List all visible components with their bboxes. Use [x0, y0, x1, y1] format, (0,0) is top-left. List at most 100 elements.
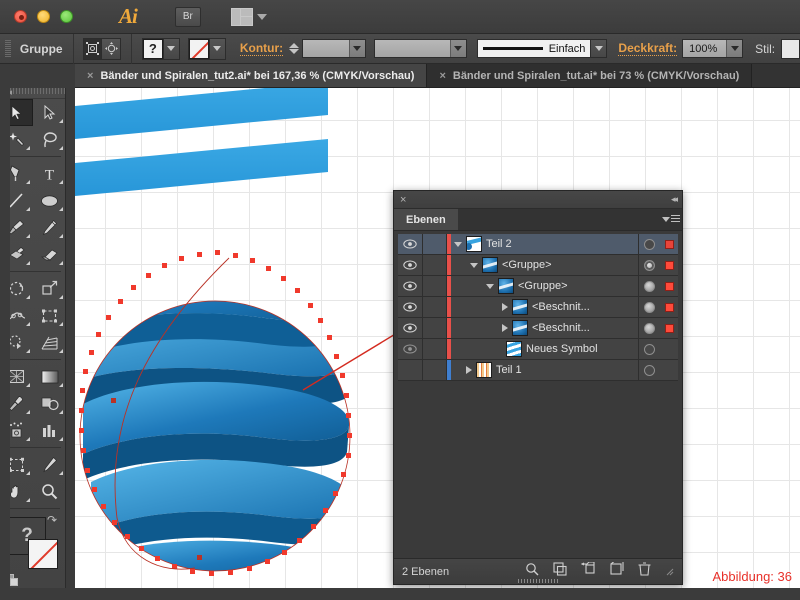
layer-content[interactable]: <Beschnit...	[451, 297, 638, 317]
zoom-button[interactable]	[60, 10, 73, 23]
lock-toggle[interactable]	[423, 339, 447, 359]
layer-row-teil-2[interactable]: Teil 2	[398, 234, 678, 255]
stroke-style-dropdown[interactable]	[591, 39, 608, 58]
disclosure-triangle-icon[interactable]	[466, 366, 472, 374]
isolate-selected-object-button[interactable]	[102, 37, 121, 60]
toolbox-stroke-swatch[interactable]	[28, 539, 58, 569]
layer-row-teil-1[interactable]: Teil 1	[398, 360, 678, 381]
graphic-style-swatch[interactable]	[781, 38, 800, 59]
layer-content[interactable]: <Gruppe>	[451, 276, 638, 296]
lock-toggle[interactable]	[423, 360, 447, 380]
target-indicator[interactable]	[638, 297, 660, 317]
layer-row-beschnitt-1[interactable]: <Beschnit...	[398, 297, 678, 318]
lock-toggle[interactable]	[423, 297, 447, 317]
layer-row-neues-symbol[interactable]: Neues Symbol	[398, 339, 678, 360]
opacity-label[interactable]: Deckkraft:	[618, 41, 678, 56]
target-indicator[interactable]	[638, 276, 660, 296]
slice-tool[interactable]	[33, 451, 66, 478]
layer-content[interactable]: Neues Symbol	[451, 339, 638, 359]
disclosure-triangle-icon[interactable]	[486, 283, 494, 289]
stroke-profile-combo[interactable]	[373, 39, 467, 58]
document-tab-0[interactable]: × Bänder und Spiralen_tut2.ai* bei 167,3…	[75, 64, 428, 87]
selection-indicator[interactable]	[660, 276, 678, 296]
zoom-tool[interactable]	[33, 478, 66, 505]
disclosure-triangle-icon[interactable]	[470, 262, 478, 268]
visibility-toggle[interactable]	[398, 234, 423, 254]
control-bar-grip[interactable]	[5, 39, 11, 58]
gradient-tool[interactable]	[33, 363, 66, 390]
stroke-style-group[interactable]: Einfach	[476, 39, 608, 58]
close-button[interactable]	[14, 10, 27, 23]
opacity-combo[interactable]: 100%	[682, 39, 744, 58]
align-to-selection-button[interactable]	[83, 37, 103, 60]
arrange-documents-button[interactable]	[230, 7, 267, 26]
layer-content[interactable]: <Gruppe>	[451, 255, 638, 275]
stroke-weight-stepper[interactable]	[289, 43, 300, 54]
fill-swatch-dropdown[interactable]	[163, 37, 180, 60]
target-indicator[interactable]	[638, 234, 660, 254]
visibility-toggle[interactable]	[398, 318, 423, 338]
stroke-label[interactable]: Kontur:	[239, 41, 284, 56]
type-tool[interactable]: T	[33, 160, 66, 187]
lasso-tool[interactable]	[33, 126, 66, 153]
pencil-tool[interactable]	[33, 214, 66, 241]
go-to-bridge-button[interactable]: Br	[174, 6, 201, 27]
selection-indicator[interactable]	[660, 234, 678, 254]
selection-indicator[interactable]	[660, 360, 678, 380]
layer-content[interactable]: Teil 1	[451, 360, 638, 380]
close-icon[interactable]: ×	[439, 70, 445, 82]
target-indicator[interactable]	[638, 318, 660, 338]
create-new-layer-icon[interactable]	[610, 560, 624, 581]
layer-content[interactable]: Teil 2	[451, 234, 638, 254]
swap-fill-stroke-icon[interactable]: ↷	[47, 513, 57, 527]
stroke-color-group[interactable]	[187, 37, 226, 60]
panel-options-menu-icon[interactable]	[660, 209, 682, 230]
blend-tool[interactable]	[33, 390, 66, 417]
delete-selection-icon[interactable]	[638, 562, 651, 581]
chevron-down-icon[interactable]	[726, 40, 743, 57]
eraser-tool[interactable]	[33, 241, 66, 268]
target-indicator[interactable]	[638, 360, 660, 380]
stroke-weight-combo[interactable]	[302, 39, 366, 58]
visibility-toggle[interactable]	[398, 276, 423, 296]
create-new-sublayer-icon[interactable]	[580, 561, 596, 581]
lock-toggle[interactable]	[423, 234, 447, 254]
selection-indicator[interactable]	[660, 255, 678, 275]
tab-ebenen[interactable]: Ebenen	[394, 209, 458, 230]
collapse-icon[interactable]: ◂◂	[671, 194, 678, 205]
disclosure-triangle-icon[interactable]	[502, 324, 508, 332]
visibility-toggle[interactable]	[398, 360, 423, 380]
layer-content[interactable]: <Beschnit...	[451, 318, 638, 338]
fill-swatch-button[interactable]: ?	[141, 37, 164, 60]
stroke-style-preview[interactable]: Einfach	[476, 39, 592, 58]
direct-selection-tool[interactable]	[33, 99, 66, 126]
lock-toggle[interactable]	[423, 255, 447, 275]
panel-title-bar[interactable]: × ◂◂	[394, 191, 682, 209]
document-tab-1[interactable]: × Bänder und Spiralen_tut.ai* bei 73 % (…	[427, 64, 753, 87]
disclosure-triangle-icon[interactable]	[502, 303, 508, 311]
close-icon[interactable]: ×	[87, 70, 93, 82]
panel-bottom-grip[interactable]	[518, 579, 558, 583]
perspective-grid-tool[interactable]	[33, 329, 66, 356]
layer-row-beschnitt-2[interactable]: <Beschnit...	[398, 318, 678, 339]
disclosure-triangle-icon[interactable]	[454, 241, 462, 247]
target-indicator[interactable]	[638, 339, 660, 359]
close-icon[interactable]: ×	[400, 194, 406, 206]
lock-toggle[interactable]	[423, 318, 447, 338]
layer-row-gruppe-2[interactable]: <Gruppe>	[398, 276, 678, 297]
selection-indicator[interactable]	[660, 318, 678, 338]
column-graph-tool[interactable]	[33, 417, 66, 444]
selection-indicator[interactable]	[660, 297, 678, 317]
free-transform-tool[interactable]	[33, 302, 66, 329]
chevron-down-icon[interactable]	[449, 40, 466, 57]
selection-indicator[interactable]	[660, 339, 678, 359]
ellipse-tool[interactable]	[33, 187, 66, 214]
panel-resize-grip[interactable]	[665, 563, 674, 581]
stroke-swatch-dropdown[interactable]	[209, 37, 226, 60]
visibility-toggle[interactable]	[398, 339, 423, 359]
visibility-toggle[interactable]	[398, 297, 423, 317]
chevron-down-icon[interactable]	[348, 40, 365, 57]
minimize-button[interactable]	[37, 10, 50, 23]
scale-tool[interactable]	[33, 275, 66, 302]
fill-color-group[interactable]: ?	[141, 37, 180, 60]
